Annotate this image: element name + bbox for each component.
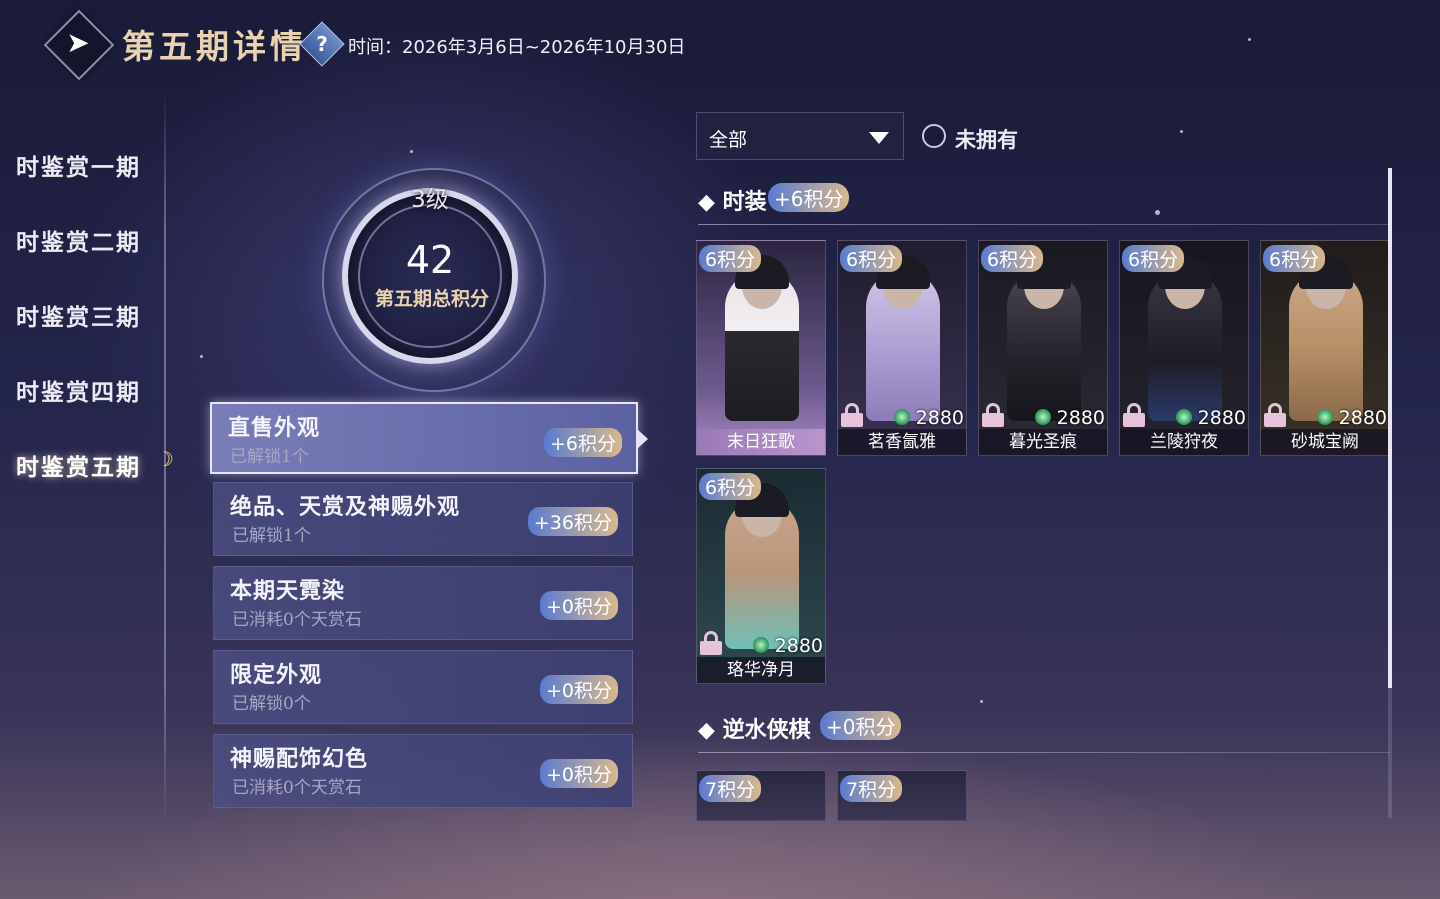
jade-coin-icon: [1317, 409, 1333, 425]
section-divider: [698, 224, 1390, 225]
filter-dropdown-value: 全部: [709, 129, 748, 151]
sparkle-icon: [200, 355, 203, 358]
outfit-price: 2880: [774, 635, 823, 657]
category-subtitle: 已解锁1个: [232, 526, 311, 546]
category-title: 神赐配饰幻色: [230, 746, 369, 772]
outfit-card[interactable]: 6积分 2880 暮光圣痕: [978, 240, 1108, 456]
section-points: +6积分: [768, 183, 850, 212]
category-subtitle: 已解锁1个: [230, 447, 309, 467]
category-title: 限定外观: [230, 662, 323, 688]
lock-icon: [700, 631, 722, 655]
lock-icon: [1264, 403, 1286, 427]
lock-icon: [1123, 403, 1145, 427]
crescent-ornament-icon: ☽: [156, 447, 174, 471]
section-title-text: 时装: [722, 189, 767, 215]
nav-item-period-1[interactable]: 时鉴赏一期: [16, 148, 141, 182]
jade-coin-icon: [753, 637, 769, 653]
nav-item-period-4[interactable]: 时鉴赏四期: [16, 373, 141, 407]
nav-item-period-3[interactable]: 时鉴赏三期: [16, 298, 141, 332]
section-title-text: 逆水侠棋: [722, 717, 811, 743]
jade-coin-icon: [1035, 409, 1051, 425]
category-subtitle: 已消耗0个天赏石: [232, 778, 362, 798]
jade-coin-icon: [1176, 409, 1192, 425]
chess-card[interactable]: 7积分: [696, 770, 826, 821]
section-divider: [698, 752, 1390, 753]
total-score: 42: [405, 238, 455, 282]
outfit-name: 珞华净月: [697, 657, 825, 683]
category-premium[interactable]: 绝品、天赏及神赐外观 已解锁1个 +36积分: [213, 482, 633, 556]
lock-icon: [841, 403, 863, 427]
jade-coin-icon: [894, 409, 910, 425]
outfit-card[interactable]: 6积分 2880 砂城宝阙: [1260, 240, 1390, 456]
section-title-outfits: ◆ 时装: [698, 189, 767, 215]
category-points: +0积分: [539, 675, 618, 704]
period-text: 时间：2026年3月6日~2026年10月30日: [348, 37, 686, 58]
total-score-label: 第五期总积分: [374, 288, 489, 310]
category-accessory-color[interactable]: 神赐配饰幻色 已消耗0个天赏石 +0积分: [213, 734, 633, 808]
outfit-name: 暮光圣痕: [979, 429, 1107, 455]
outfit-name: 茗香氤雅: [838, 429, 966, 455]
category-dye[interactable]: 本期天霓染 已消耗0个天赏石 +0积分: [213, 566, 633, 640]
category-limited[interactable]: 限定外观 已解锁0个 +0积分: [213, 650, 633, 724]
score-level: 3级: [411, 187, 449, 213]
sparkle-icon: [1155, 210, 1160, 215]
outfit-price: 2880: [1338, 407, 1387, 429]
outfit-card[interactable]: 6积分 2880 兰陵狩夜: [1119, 240, 1249, 456]
outfit-name: 末日狂歌: [697, 429, 825, 455]
outfit-price: 2880: [915, 407, 964, 429]
outfit-card[interactable]: 6积分 2880 珞华净月: [696, 468, 826, 684]
points-badge: 6积分: [981, 245, 1044, 272]
sparkle-icon: [980, 700, 983, 703]
category-title: 直售外观: [228, 415, 321, 441]
chess-card[interactable]: 7积分: [837, 770, 967, 821]
category-title: 绝品、天赏及神赐外观: [230, 494, 461, 520]
category-points: +0积分: [539, 759, 618, 788]
category-points: +36积分: [527, 507, 618, 536]
points-badge: 6积分: [699, 245, 762, 272]
selected-arrow-icon: [638, 430, 648, 448]
filter-dropdown[interactable]: 全部: [696, 112, 904, 160]
points-badge: 6积分: [1263, 245, 1326, 272]
outfit-card[interactable]: 6积分 末日狂歌: [696, 240, 826, 456]
chevron-down-icon: [869, 132, 889, 144]
section-points: +0积分: [820, 711, 902, 740]
sparkle-icon: [1180, 130, 1183, 133]
question-icon[interactable]: ?: [306, 28, 338, 60]
points-badge: 6积分: [1122, 245, 1185, 272]
sparkle-icon: [410, 150, 413, 153]
points-badge: 7积分: [699, 775, 762, 802]
category-points: +0积分: [539, 591, 618, 620]
category-direct-sale[interactable]: 直售外观 已解锁1个 +6积分: [210, 402, 648, 474]
back-arrow-icon[interactable]: ➤: [58, 28, 98, 58]
not-owned-label[interactable]: 未拥有: [955, 124, 1018, 154]
scrollbar-thumb[interactable]: [1388, 168, 1392, 688]
lock-icon: [982, 403, 1004, 427]
nav-item-period-5[interactable]: 时鉴赏五期: [16, 448, 141, 482]
category-points: +6积分: [543, 428, 622, 457]
points-badge: 6积分: [699, 473, 762, 500]
outfit-card[interactable]: 6积分 2880 茗香氤雅: [837, 240, 967, 456]
page-title: 第五期详情: [122, 27, 307, 66]
points-badge: 7积分: [840, 775, 903, 802]
not-owned-radio[interactable]: [922, 124, 946, 148]
sparkle-icon: [1248, 38, 1251, 41]
category-title: 本期天霓染: [230, 578, 346, 604]
section-title-chess: ◆ 逆水侠棋: [698, 717, 811, 743]
outfit-price: 2880: [1056, 407, 1105, 429]
outfit-price: 2880: [1197, 407, 1246, 429]
outfit-name: 砂城宝阙: [1261, 429, 1389, 455]
nav-item-period-2[interactable]: 时鉴赏二期: [16, 223, 141, 257]
category-subtitle: 已解锁0个: [232, 694, 311, 714]
category-subtitle: 已消耗0个天赏石: [232, 610, 362, 630]
outfit-name: 兰陵狩夜: [1120, 429, 1248, 455]
points-badge: 6积分: [840, 245, 903, 272]
